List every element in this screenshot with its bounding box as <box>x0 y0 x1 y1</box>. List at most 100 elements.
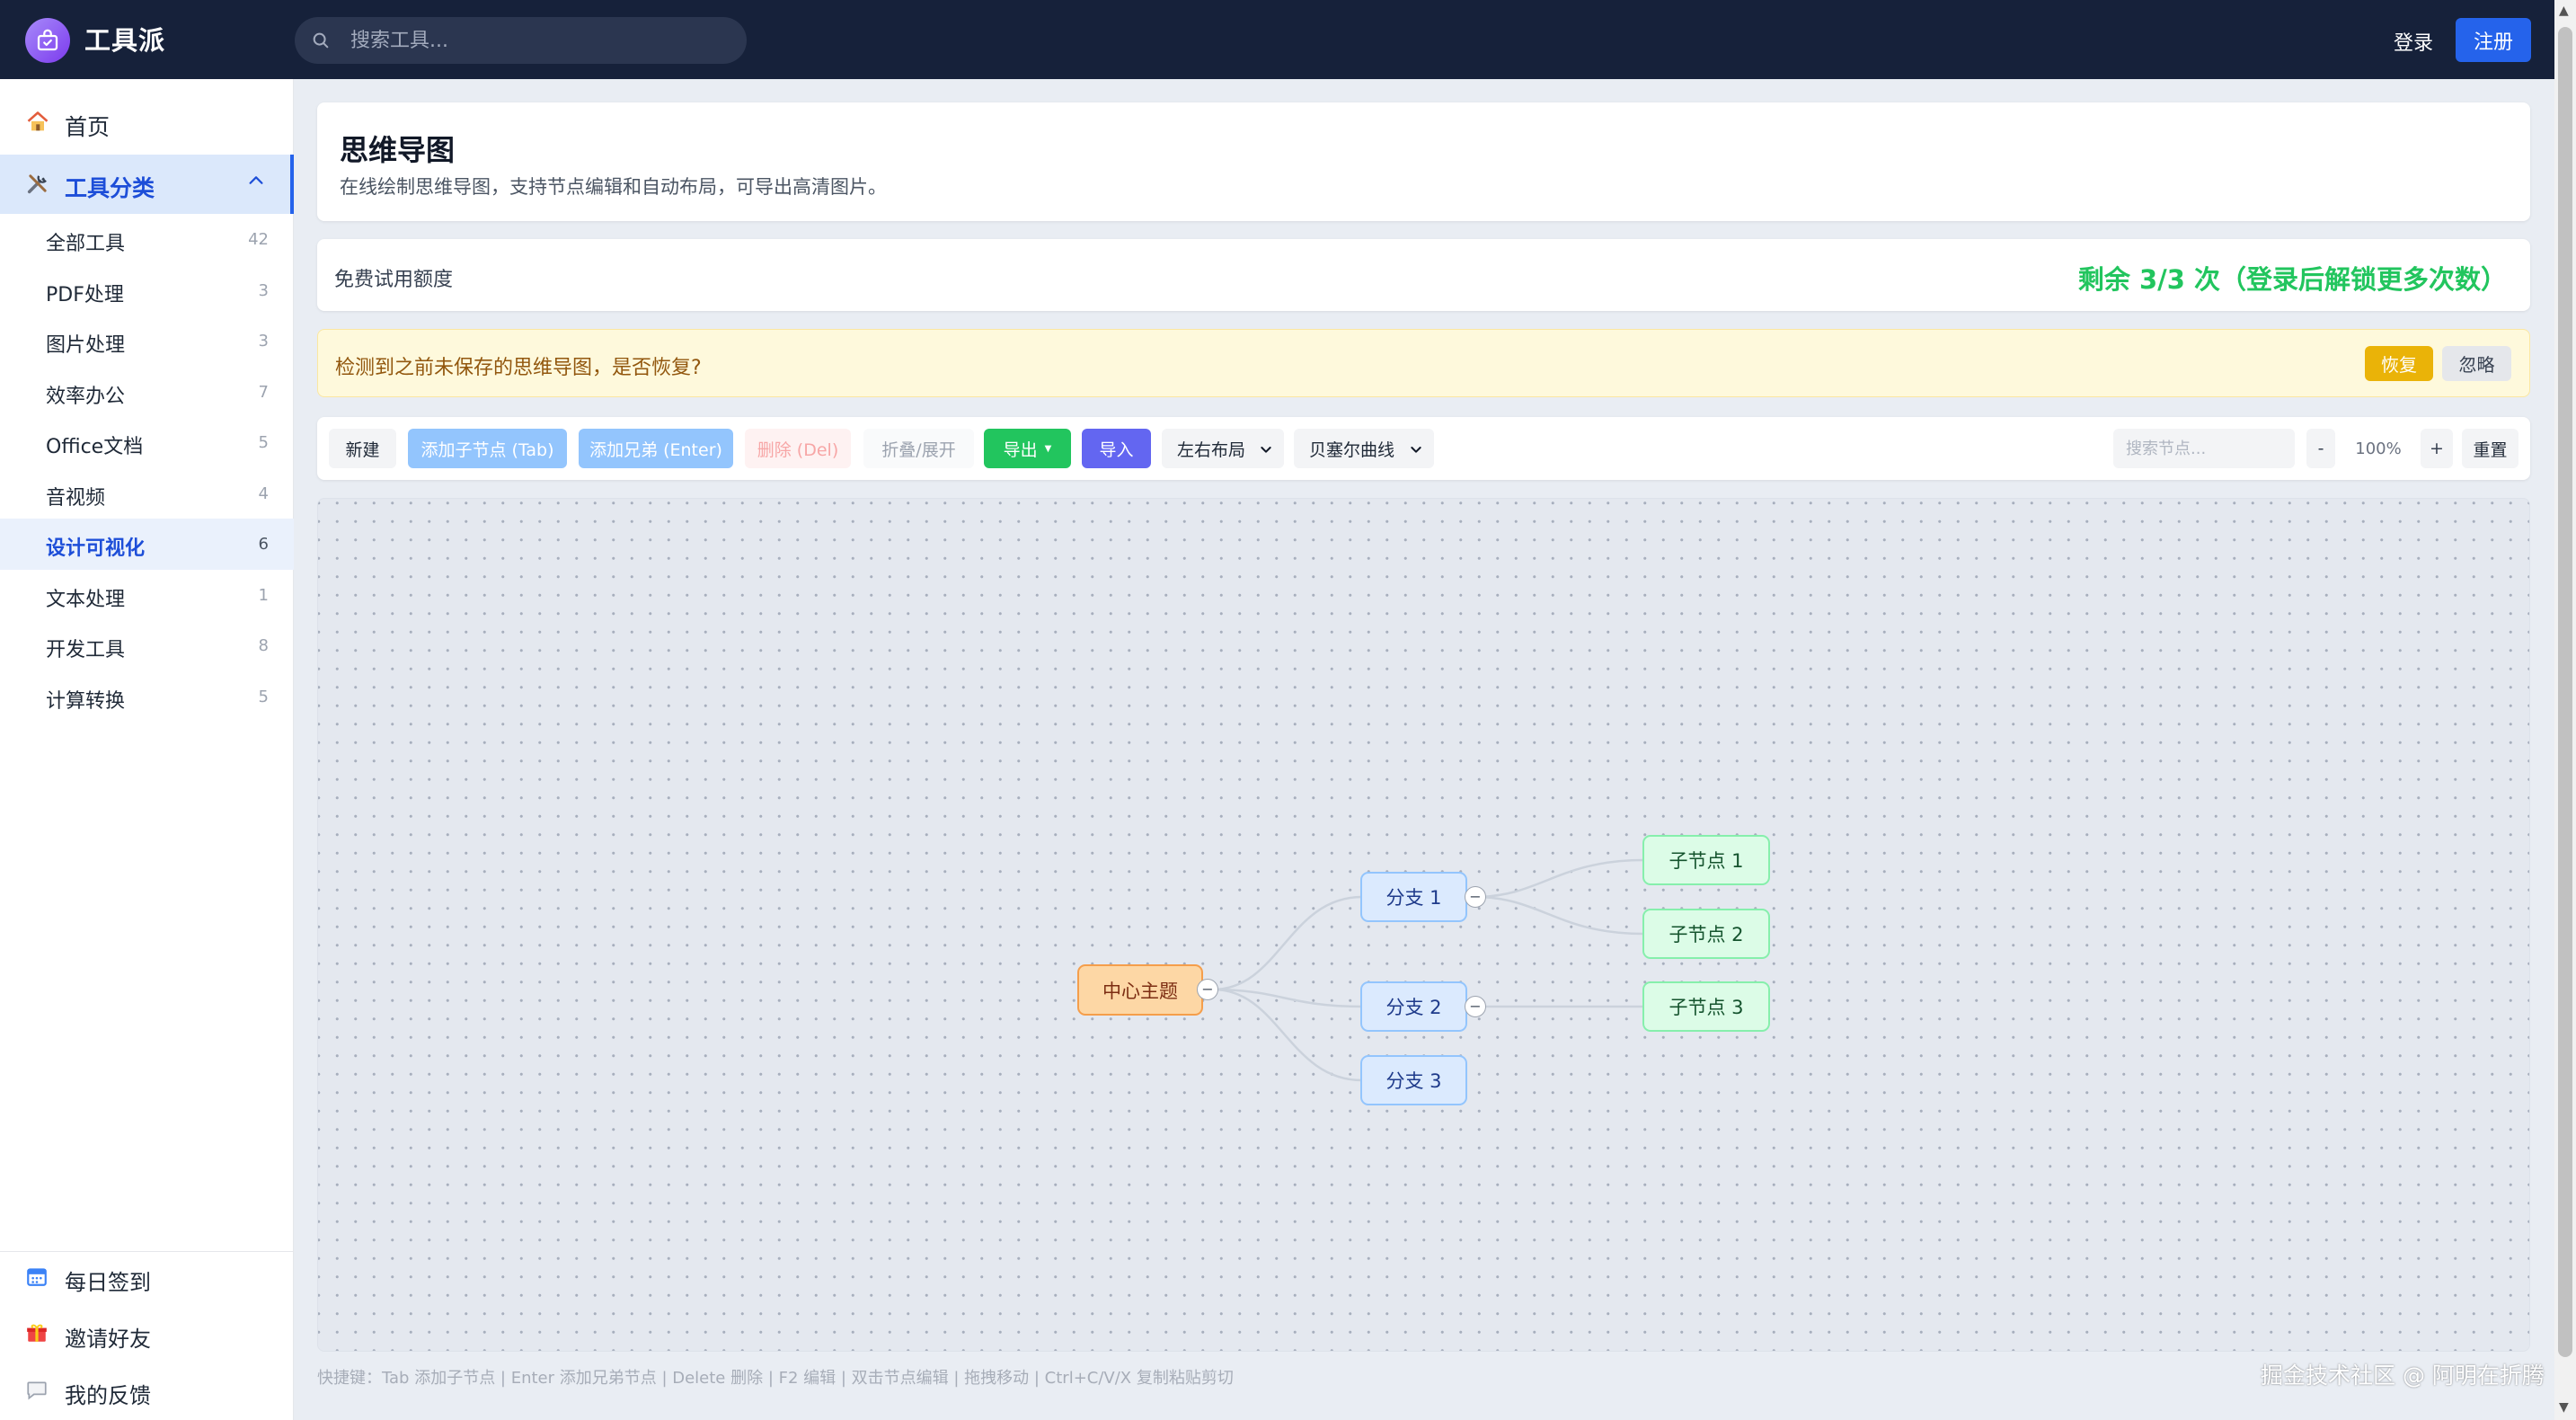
calendar-icon <box>25 1265 49 1293</box>
chevron-down-icon <box>1409 441 1423 461</box>
mindmap-node-root[interactable]: 中心主题 <box>1077 964 1203 1016</box>
import-button[interactable]: 导入 <box>1082 429 1151 468</box>
sidebar-item-office-efficiency[interactable]: 效率办公 7 <box>0 367 294 418</box>
scrollbar-thumb[interactable] <box>2558 27 2572 1357</box>
caret-down-icon: ▼ <box>1044 443 1052 454</box>
chevron-up-icon[interactable] <box>246 171 266 194</box>
restore-button[interactable]: 恢复 <box>2365 346 2433 381</box>
logo-text[interactable]: 工具派 <box>84 20 165 58</box>
fold-toggle-branch-1[interactable]: − <box>1465 886 1486 908</box>
watermark-text: 掘金技术社区 @ 阿明在折腾 <box>2261 1362 2545 1389</box>
sidebar-item-dev[interactable]: 开发工具 8 <box>0 620 294 671</box>
sidebar-sub-list: 全部工具 42 PDF处理 3 图片处理 3 效率办公 7 Office文档 5… <box>0 214 294 722</box>
scroll-up-arrow-icon[interactable]: ▲ <box>2559 4 2569 18</box>
sidebar-item-count: 3 <box>258 280 269 300</box>
new-button[interactable]: 新建 <box>329 429 396 468</box>
layout-select-value: 左右布局 <box>1177 439 1246 460</box>
sidebar-item-home[interactable]: 首页 <box>0 95 294 149</box>
mindmap-connectors <box>1212 858 1644 1082</box>
sidebar-category-tools[interactable]: 工具分类 <box>0 155 294 214</box>
sidebar-item-feedback[interactable]: 我的反馈 <box>0 1365 294 1420</box>
scroll-down-arrow-icon[interactable]: ▼ <box>2559 1400 2569 1415</box>
search-box[interactable] <box>295 17 747 64</box>
login-link[interactable]: 登录 <box>2394 27 2433 56</box>
chevron-down-icon <box>1259 441 1273 461</box>
mindmap-canvas[interactable]: 中心主题 − 分支 1 − 分支 2 − 分支 3 子节点 1 子节点 2 子节… <box>317 498 2530 1352</box>
register-button[interactable]: 注册 <box>2456 18 2531 62</box>
mindmap-node-branch-3[interactable]: 分支 3 <box>1360 1055 1467 1105</box>
add-sibling-button[interactable]: 添加兄弟 (Enter) <box>579 429 733 468</box>
restore-message: 检测到之前未保存的思维导图，是否恢复? <box>335 357 702 379</box>
quota-label: 免费试用额度 <box>334 269 454 291</box>
sidebar-item-invite[interactable]: 邀请好友 <box>0 1309 294 1365</box>
fold-toggle-branch-2[interactable]: − <box>1465 996 1486 1017</box>
curve-select[interactable]: 贝塞尔曲线 <box>1294 429 1434 468</box>
reset-button[interactable]: 重置 <box>2462 429 2518 468</box>
connector-root-branch2 <box>1212 988 1363 1008</box>
mindmap-node-leaf-1[interactable]: 子节点 1 <box>1642 835 1770 885</box>
sidebar: 首页 工具分类 全部工具 42 PDF处理 3 图片处理 3 效率办公 7 Of… <box>0 79 294 1420</box>
sidebar-item-count: 7 <box>258 382 269 402</box>
restore-banner: 检测到之前未保存的思维导图，是否恢复? 恢复 忽略 <box>317 329 2530 397</box>
sidebar-item-count: 4 <box>258 484 269 503</box>
mindmap-node-branch-2[interactable]: 分支 2 <box>1360 981 1467 1032</box>
layout-select[interactable]: 左右布局 <box>1162 429 1284 468</box>
connector-branch1-leaf1 <box>1474 858 1644 899</box>
sidebar-item-media[interactable]: 音视频 4 <box>0 468 294 519</box>
sidebar-item-label: 计算转换 <box>46 689 126 713</box>
curve-select-value: 贝塞尔曲线 <box>1309 439 1395 460</box>
sidebar-item-count: 1 <box>258 585 269 605</box>
mindmap-node-leaf-3[interactable]: 子节点 3 <box>1642 981 1770 1032</box>
sidebar-item-label: 效率办公 <box>46 385 126 408</box>
sidebar-item-count: 8 <box>258 636 269 655</box>
sidebar-item-count: 3 <box>258 332 269 351</box>
page-description: 在线绘制思维导图，支持节点编辑和自动布局，可导出高清图片。 <box>340 176 887 198</box>
logo-icon[interactable] <box>25 18 70 63</box>
connector-branch1-leaf2 <box>1474 895 1644 936</box>
connector-root-branch1 <box>1212 895 1363 991</box>
add-child-button[interactable]: 添加子节点 (Tab) <box>408 429 567 468</box>
sidebar-item-label: 音视频 <box>46 486 106 510</box>
page-header-card: 思维导图 在线绘制思维导图，支持节点编辑和自动布局，可导出高清图片。 <box>317 102 2530 221</box>
sidebar-item-office-docs[interactable]: Office文档 5 <box>0 417 294 468</box>
sidebar-item-label: 文本处理 <box>46 588 126 611</box>
sidebar-item-all-tools[interactable]: 全部工具 42 <box>0 214 294 265</box>
sidebar-item-checkin[interactable]: 每日签到 <box>0 1252 294 1309</box>
sidebar-bottom: 每日签到 邀请好友 我的反馈 <box>0 1251 294 1420</box>
sidebar-item-label: 首页 <box>65 114 111 140</box>
ignore-button[interactable]: 忽略 <box>2442 346 2511 381</box>
top-header: 工具派 登录 注册 <box>0 0 2576 79</box>
mindmap-node-branch-1[interactable]: 分支 1 <box>1360 872 1467 922</box>
sidebar-item-image[interactable]: 图片处理 3 <box>0 315 294 367</box>
sidebar-item-text[interactable]: 文本处理 1 <box>0 570 294 621</box>
sidebar-item-count: 42 <box>248 230 269 249</box>
chat-bubble-icon <box>25 1378 49 1407</box>
zoom-level: 100% <box>2355 439 2402 458</box>
mindmap-node-leaf-2[interactable]: 子节点 2 <box>1642 909 1770 959</box>
sidebar-item-label: 图片处理 <box>46 334 126 357</box>
sidebar-item-count: 5 <box>258 433 269 452</box>
fold-expand-button[interactable]: 折叠/展开 <box>863 429 974 468</box>
home-icon <box>25 110 50 141</box>
sidebar-category-label: 工具分类 <box>65 175 155 201</box>
sidebar-item-pdf[interactable]: PDF处理 3 <box>0 265 294 316</box>
sidebar-item-label: 邀请好友 <box>65 1327 151 1352</box>
export-button[interactable]: 导出 ▼ <box>984 429 1071 468</box>
export-button-label: 导出 <box>1003 439 1038 460</box>
sidebar-item-count: 5 <box>258 687 269 706</box>
zoom-in-button[interactable]: + <box>2421 429 2453 468</box>
search-input[interactable] <box>350 24 728 57</box>
zoom-out-button[interactable]: - <box>2306 429 2335 468</box>
sidebar-item-design[interactable]: 设计可视化 6 <box>0 519 294 570</box>
fold-toggle-root[interactable]: − <box>1197 979 1218 1000</box>
shortcut-tips: 快捷键：Tab 添加子节点 | Enter 添加兄弟节点 | Delete 删除… <box>317 1369 1234 1388</box>
node-search-input[interactable] <box>2113 429 2295 468</box>
sidebar-item-label: 每日签到 <box>65 1270 151 1295</box>
sidebar-item-label: 设计可视化 <box>46 537 146 560</box>
delete-button[interactable]: 删除 (Del) <box>745 429 851 468</box>
quota-card: 免费试用额度 剩余 3/3 次（登录后解锁更多次数） <box>317 239 2530 311</box>
page-title: 思维导图 <box>340 133 456 167</box>
connector-root-branch3 <box>1212 988 1363 1082</box>
sidebar-item-calc[interactable]: 计算转换 5 <box>0 671 294 723</box>
sidebar-item-label: 我的反馈 <box>65 1383 151 1408</box>
